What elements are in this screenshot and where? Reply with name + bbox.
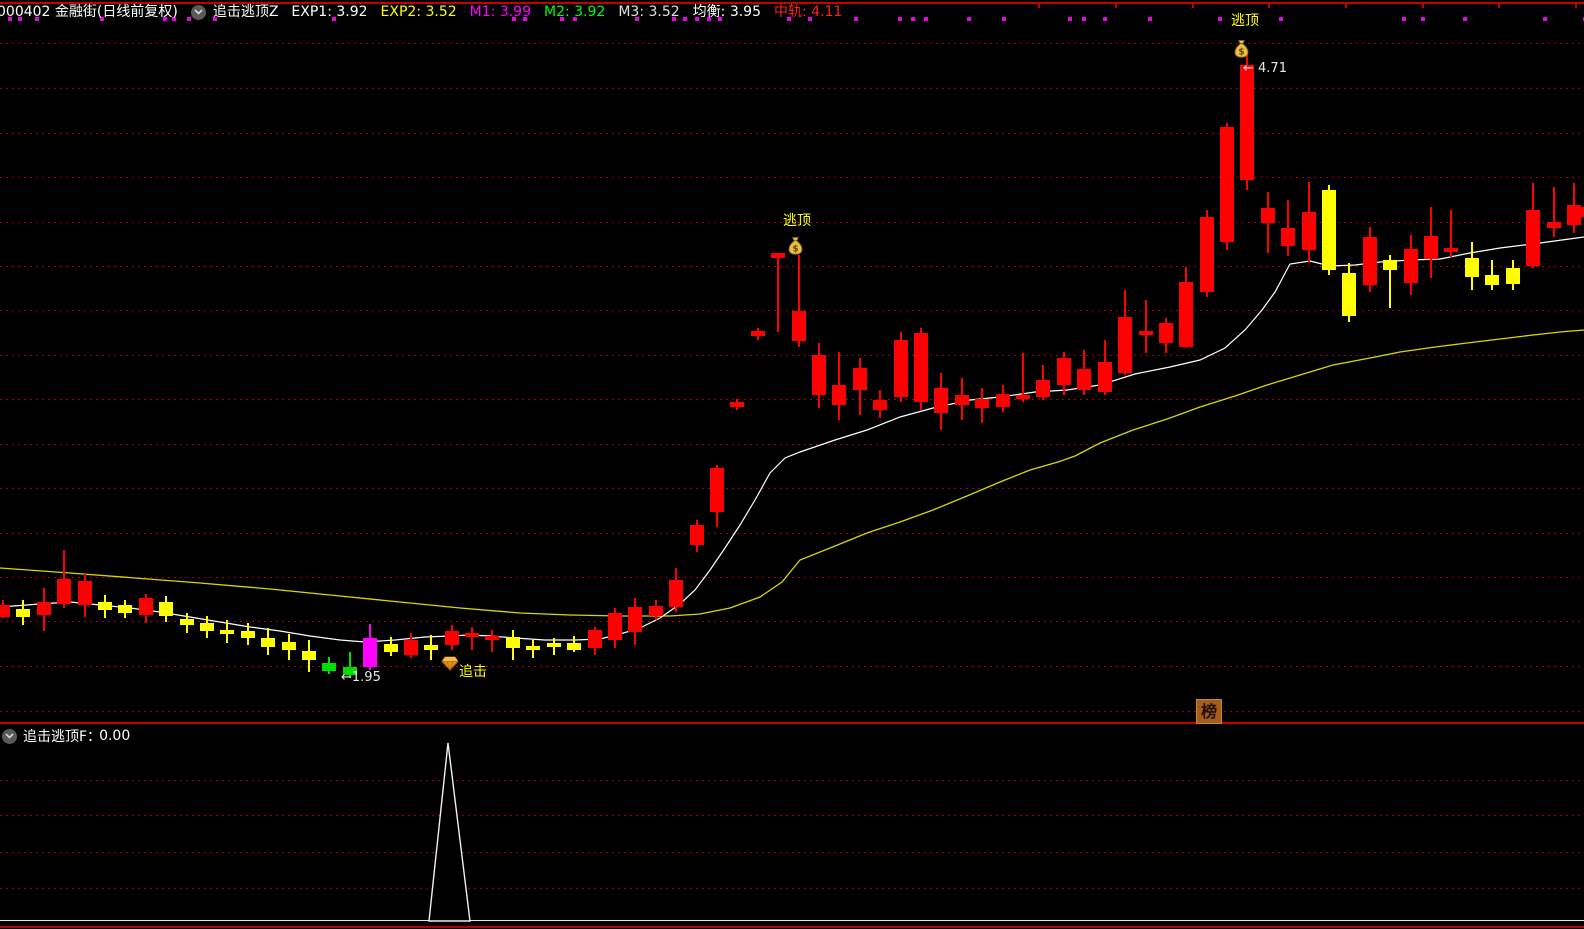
gem-icon xyxy=(441,656,459,672)
escape-top-label: 逃顶 xyxy=(783,213,811,229)
indicator-value-M3: M3: 3.52 xyxy=(618,4,680,20)
svg-text:$: $ xyxy=(792,245,798,255)
indicator-value-EXP1: EXP1: 3.92 xyxy=(291,4,368,20)
chevron-down-icon xyxy=(5,733,14,739)
trading-app-window: 000402 金融街(日线前复权) 追击逃顶Z EXP1: 3.92 EXP2: … xyxy=(0,0,1584,929)
panel-separator xyxy=(0,722,1584,724)
indicator-value-M2: M2: 3.92 xyxy=(544,4,606,20)
svg-text:$: $ xyxy=(1238,48,1244,58)
money-bag-icon: $ xyxy=(1234,40,1249,58)
indicator-value-中轨: 中轨: 4.11 xyxy=(774,4,843,20)
pursue-label: 追击 xyxy=(459,664,487,680)
high-price-label: ← 4.71 xyxy=(1243,61,1287,76)
sub-indicator-collapse-button[interactable] xyxy=(2,728,17,744)
rank-badge[interactable]: 榜 xyxy=(1196,699,1222,724)
money-bag-icon: $ xyxy=(788,237,803,255)
indicator-value-EXP2: EXP2: 3.52 xyxy=(380,4,457,20)
sub-indicator-value: 0.00 xyxy=(99,728,131,744)
indicator-value-均衡: 均衡: 3.95 xyxy=(692,4,761,20)
indicator-value-M1: M1: 3.99 xyxy=(469,4,531,20)
low-price-label: ←1.95 xyxy=(341,670,381,685)
chart-icons-layer: $$ xyxy=(428,40,1249,922)
main-chart-header: 000402 金融街(日线前复权) 追击逃顶Z EXP1: 3.92 EXP2: … xyxy=(0,0,1584,24)
indicator-name: 追击逃顶Z xyxy=(212,4,279,20)
indicator-values: EXP1: 3.92 EXP2: 3.52 M1: 3.99 M2: 3.92 M3: … xyxy=(291,0,842,24)
indicator-spike-triangle xyxy=(428,742,471,922)
indicator-collapse-button[interactable] xyxy=(190,4,206,20)
chevron-down-icon xyxy=(194,9,203,15)
stock-title: 000402 金融街(日线前复权) xyxy=(0,4,178,20)
sub-panel-header: 追击逃顶F： 0.00 xyxy=(2,726,130,746)
sub-indicator-name: 追击逃顶F： xyxy=(23,729,102,745)
